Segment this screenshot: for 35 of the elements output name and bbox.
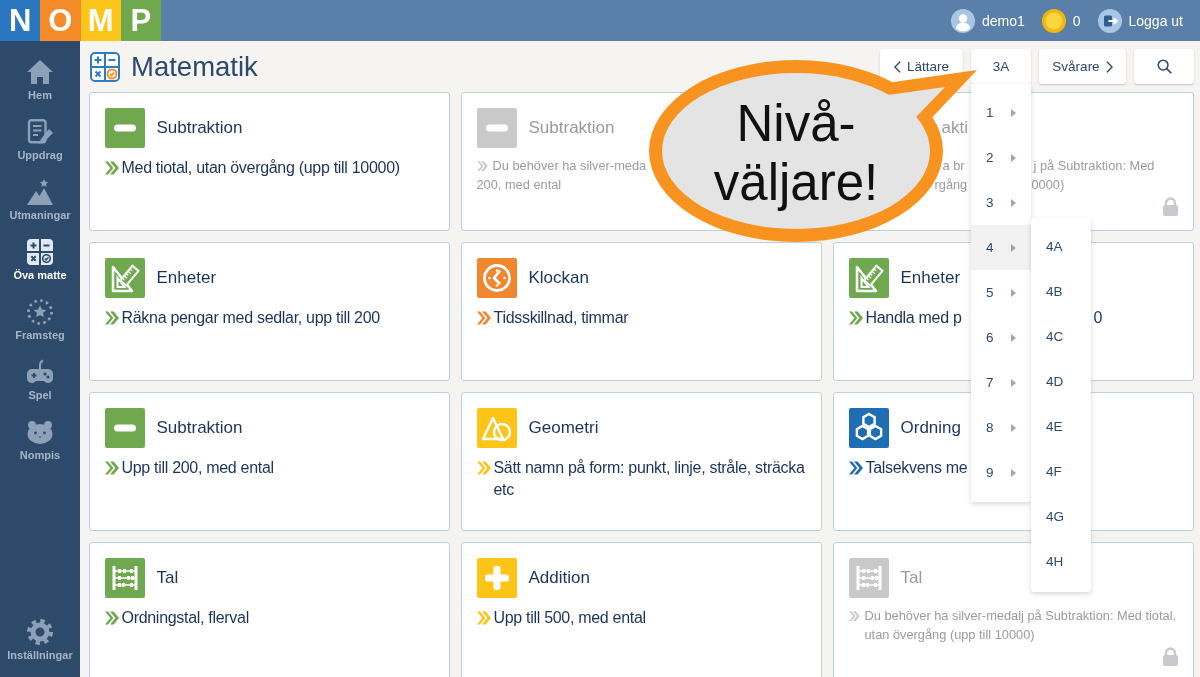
topic-description: 200, med ental xyxy=(476,176,562,194)
topic-description: j på Subtraktion: Med xyxy=(1033,157,1155,175)
topic-title: Klockan xyxy=(528,267,589,288)
topic-description: Handla med p xyxy=(865,307,962,328)
topic-title: Enheter xyxy=(156,267,217,288)
topic-title: Addition xyxy=(528,567,590,588)
topic-description: a br xyxy=(942,157,965,175)
topic-description: Upp till 200, med ental xyxy=(121,457,274,478)
logo-letter: P xyxy=(120,0,161,41)
topic-description: 0000) xyxy=(1031,176,1065,194)
topic-description: Med tiotal, utan övergång (upp till 10000) xyxy=(121,157,400,178)
topic-description: Sätt namn på form: punkt, linje, stråle, sträcka etc xyxy=(493,457,806,500)
topic-title: Subtraktion xyxy=(528,117,615,138)
logo-letter: M xyxy=(80,0,121,41)
topic-title: Ordning xyxy=(900,417,961,438)
logo-letter: O xyxy=(40,0,81,41)
topic-description: Du behöver ha silver-meda xyxy=(492,157,647,175)
topic-title: Subtraktion xyxy=(156,117,243,138)
topic-description: Räkna pengar med sedlar, upp till 200 xyxy=(121,307,380,328)
topic-title: Enheter xyxy=(900,267,961,288)
page-title: Matematik xyxy=(131,50,258,83)
topic-title: Subtraktion xyxy=(156,417,243,438)
topic-title: Tal xyxy=(900,567,923,588)
coin-count: 0 xyxy=(1072,12,1081,29)
topic-description: Tidsskillnad, timmar xyxy=(493,307,629,328)
topic-description: Talsekvens me xyxy=(865,457,968,478)
topic-description: rgång xyxy=(934,176,968,194)
topic-title: Geometri xyxy=(528,417,599,438)
topic-description: Upp till 500, med ental xyxy=(493,607,646,628)
logo-letter: N xyxy=(0,0,41,41)
topic-description: 0 xyxy=(1093,307,1103,328)
topic-description: Ordningstal, flerval xyxy=(121,607,249,628)
topic-description: Du behöver ha silver-medalj på Subtraktion: Med tiotal, utan övergång (upp till 10000) xyxy=(864,607,1178,644)
topic-title: Tal xyxy=(156,567,179,588)
topic-title: akti xyxy=(941,117,968,138)
